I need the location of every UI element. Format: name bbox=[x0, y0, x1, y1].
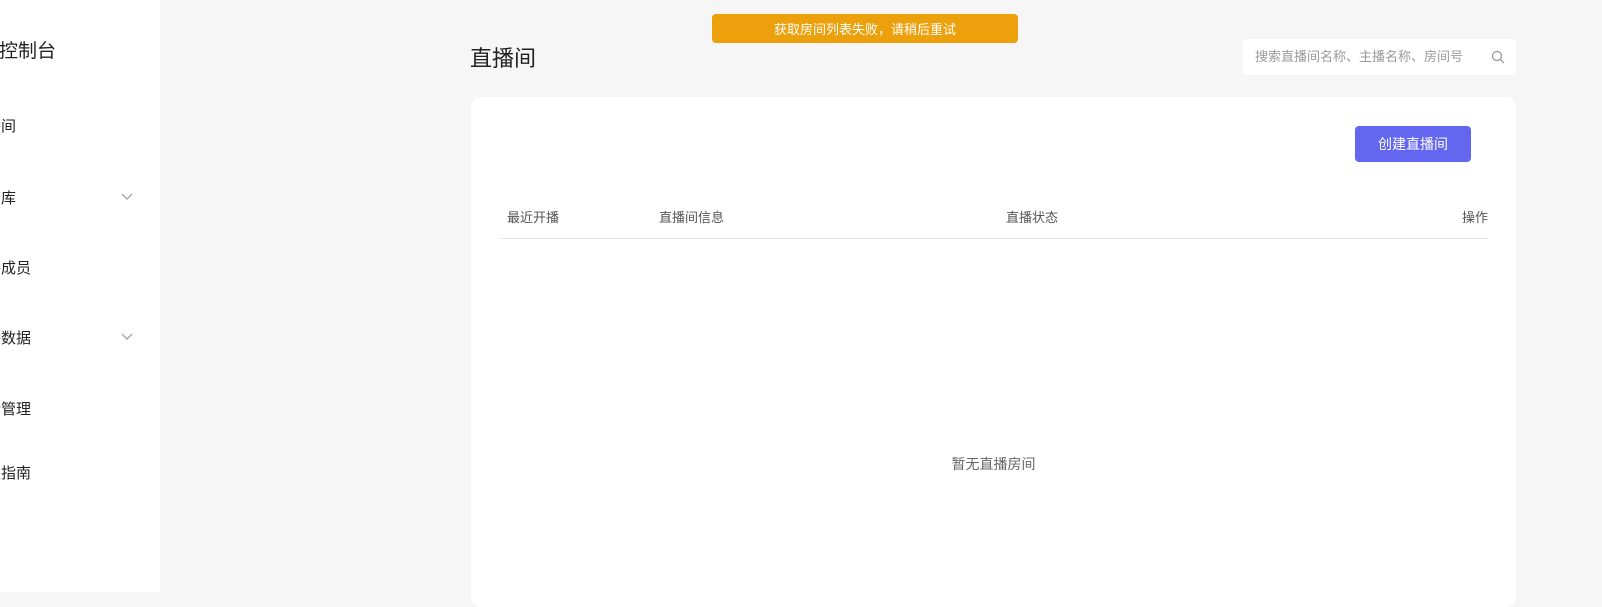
page-title: 直播间 bbox=[470, 47, 537, 72]
sidebar-item-label: 入指南 bbox=[0, 463, 32, 482]
column-header-actions: 操作 bbox=[1461, 211, 1488, 226]
search-icon[interactable] bbox=[1490, 49, 1506, 65]
sidebar-item-guide[interactable]: 入指南 bbox=[0, 452, 136, 492]
chevron-down-icon bbox=[120, 190, 134, 204]
column-header-recent-live: 最近开播 bbox=[507, 211, 560, 226]
sidebar-brand-title: 播控制台 bbox=[0, 40, 57, 62]
chevron-down-icon bbox=[120, 330, 134, 344]
sidebar-item-comment-management[interactable]: 论管理 bbox=[0, 388, 136, 428]
empty-state-text: 暂无直播房间 bbox=[951, 457, 1036, 473]
sidebar-item-label: 播成员 bbox=[0, 258, 32, 277]
sidebar-item-live-rooms[interactable]: 播间 bbox=[0, 105, 136, 145]
sidebar-item-product-library[interactable]: 品库 bbox=[0, 177, 136, 217]
search-box bbox=[1243, 39, 1516, 75]
sidebar-item-label: 品库 bbox=[0, 188, 17, 207]
search-input[interactable] bbox=[1253, 48, 1490, 66]
column-header-room-info: 直播间信息 bbox=[659, 211, 725, 226]
column-header-live-status: 直播状态 bbox=[1006, 211, 1059, 226]
table-header: 最近开播 直播间信息 直播状态 操作 bbox=[500, 199, 1488, 239]
sidebar-item-label: 论管理 bbox=[0, 399, 32, 418]
toast-message: 获取房间列表失败，请稍后重试 bbox=[773, 23, 956, 38]
sidebar-item-label: 播数据 bbox=[0, 328, 32, 347]
live-room-list-card: 创建直播间 最近开播 直播间信息 直播状态 操作 暂无直播房间 bbox=[471, 97, 1516, 607]
error-toast: 获取房间列表失败，请稍后重试 bbox=[712, 14, 1018, 43]
sidebar-item-label: 播间 bbox=[0, 116, 17, 135]
sidebar-item-live-data[interactable]: 播数据 bbox=[0, 317, 136, 357]
create-live-room-button[interactable]: 创建直播间 bbox=[1355, 126, 1471, 162]
sidebar: 播控制台 播间 品库 播成员 播数据 论管理 入指南 bbox=[0, 0, 160, 592]
sidebar-item-members[interactable]: 播成员 bbox=[0, 247, 136, 287]
